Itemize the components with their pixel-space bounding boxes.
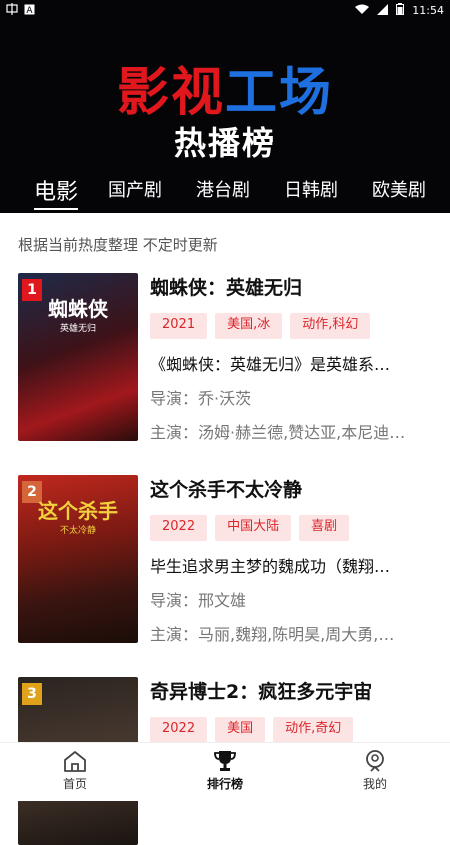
wifi-icon xyxy=(355,4,370,18)
status-bar: A 11:54 xyxy=(0,0,450,20)
tag-list: 2022 美国 动作,奇幻 xyxy=(150,717,438,743)
battery-icon xyxy=(396,3,405,18)
tab-western-drama[interactable]: 欧美剧 xyxy=(372,176,426,202)
carrier-icon xyxy=(6,3,18,18)
movie-description: 毕生追求男主梦的魏成功（魏翔… xyxy=(150,557,391,576)
region-tag: 中国大陆 xyxy=(215,515,292,541)
tab-hk-tw-drama[interactable]: 港台剧 xyxy=(196,176,250,202)
logo-blue-text: 工场 xyxy=(225,63,334,123)
nav-home[interactable]: 首页 xyxy=(30,749,120,792)
signal-icon xyxy=(377,3,389,18)
page-title: 热播榜 xyxy=(173,124,276,162)
region-tag: 美国 xyxy=(215,717,266,743)
poster-title: 蜘蛛侠 xyxy=(48,297,108,321)
movie-director: 导演：乔·沃茨 xyxy=(150,389,252,408)
tag-list: 2022 中国大陆 喜剧 xyxy=(150,515,438,541)
tag-list: 2021 美国,冰 动作,科幻 xyxy=(150,313,438,339)
year-tag: 2022 xyxy=(150,515,208,541)
list-item[interactable]: 1 蜘蛛侠 英雄无归 蜘蛛侠：英雄无归 2021 美国,冰 动作,科幻 《蜘蛛侠… xyxy=(18,273,438,442)
profile-icon xyxy=(330,749,420,773)
tab-domestic-drama[interactable]: 国产剧 xyxy=(108,176,162,202)
poster-title: 这个杀手 xyxy=(38,499,118,523)
ranking-note: 根据当前热度整理 不定时更新 xyxy=(18,236,218,254)
movie-title: 蜘蛛侠：英雄无归 xyxy=(150,277,303,299)
genre-tag: 动作,科幻 xyxy=(290,313,371,339)
poster-image: 1 蜘蛛侠 英雄无归 xyxy=(18,273,138,441)
year-tag: 2022 xyxy=(150,717,208,743)
clock-text: 11:54 xyxy=(412,4,444,17)
year-tag: 2021 xyxy=(150,313,208,339)
movie-cast: 主演：汤姆·赫兰德,赞达亚,本尼迪… xyxy=(150,423,406,442)
poster-subtitle: 英雄无归 xyxy=(59,324,96,334)
app-header: A 11:54 影视工场 热播榜 电影 国产剧 港台剧 日韩剧 欧美剧 xyxy=(0,0,450,213)
region-tag: 美国,冰 xyxy=(215,313,283,339)
nav-profile[interactable]: 我的 xyxy=(330,749,420,792)
category-tabs: 电影 国产剧 港台剧 日韩剧 欧美剧 xyxy=(0,172,450,210)
poster-image: 2 这个杀手 不太冷静 xyxy=(18,475,138,643)
tab-movie[interactable]: 电影 xyxy=(34,174,79,210)
logo-red-text: 影视 xyxy=(116,63,225,123)
genre-tag: 动作,奇幻 xyxy=(273,717,354,743)
notification-a-icon: A xyxy=(24,4,35,18)
movie-description: 《蜘蛛侠：英雄无归》是英雄系… xyxy=(150,355,391,374)
rank-badge: 3 xyxy=(22,683,42,705)
trophy-icon xyxy=(180,749,270,773)
list-item[interactable]: 2 这个杀手 不太冷静 这个杀手不太冷静 2022 中国大陆 喜剧 毕生追求男主… xyxy=(18,475,438,644)
nav-ranking-label: 排行榜 xyxy=(206,777,243,791)
svg-text:A: A xyxy=(26,6,33,15)
movie-title: 奇异博士2：疯狂多元宇宙 xyxy=(150,681,373,703)
nav-ranking[interactable]: 排行榜 xyxy=(180,749,270,792)
movie-title: 这个杀手不太冷静 xyxy=(150,479,303,501)
movie-cast: 主演：马丽,魏翔,陈明昊,周大勇,… xyxy=(150,625,395,644)
app-logo: 影视工场 xyxy=(0,50,450,125)
genre-tag: 喜剧 xyxy=(299,515,350,541)
movie-director: 导演：邢文雄 xyxy=(150,591,247,610)
bottom-navigation: 首页 排行榜 我的 xyxy=(0,742,450,801)
poster-subtitle: 不太冷静 xyxy=(59,526,96,536)
nav-home-label: 首页 xyxy=(62,777,87,791)
tab-jp-kr-drama[interactable]: 日韩剧 xyxy=(284,176,338,202)
nav-profile-label: 我的 xyxy=(362,777,387,791)
home-icon xyxy=(30,749,120,773)
